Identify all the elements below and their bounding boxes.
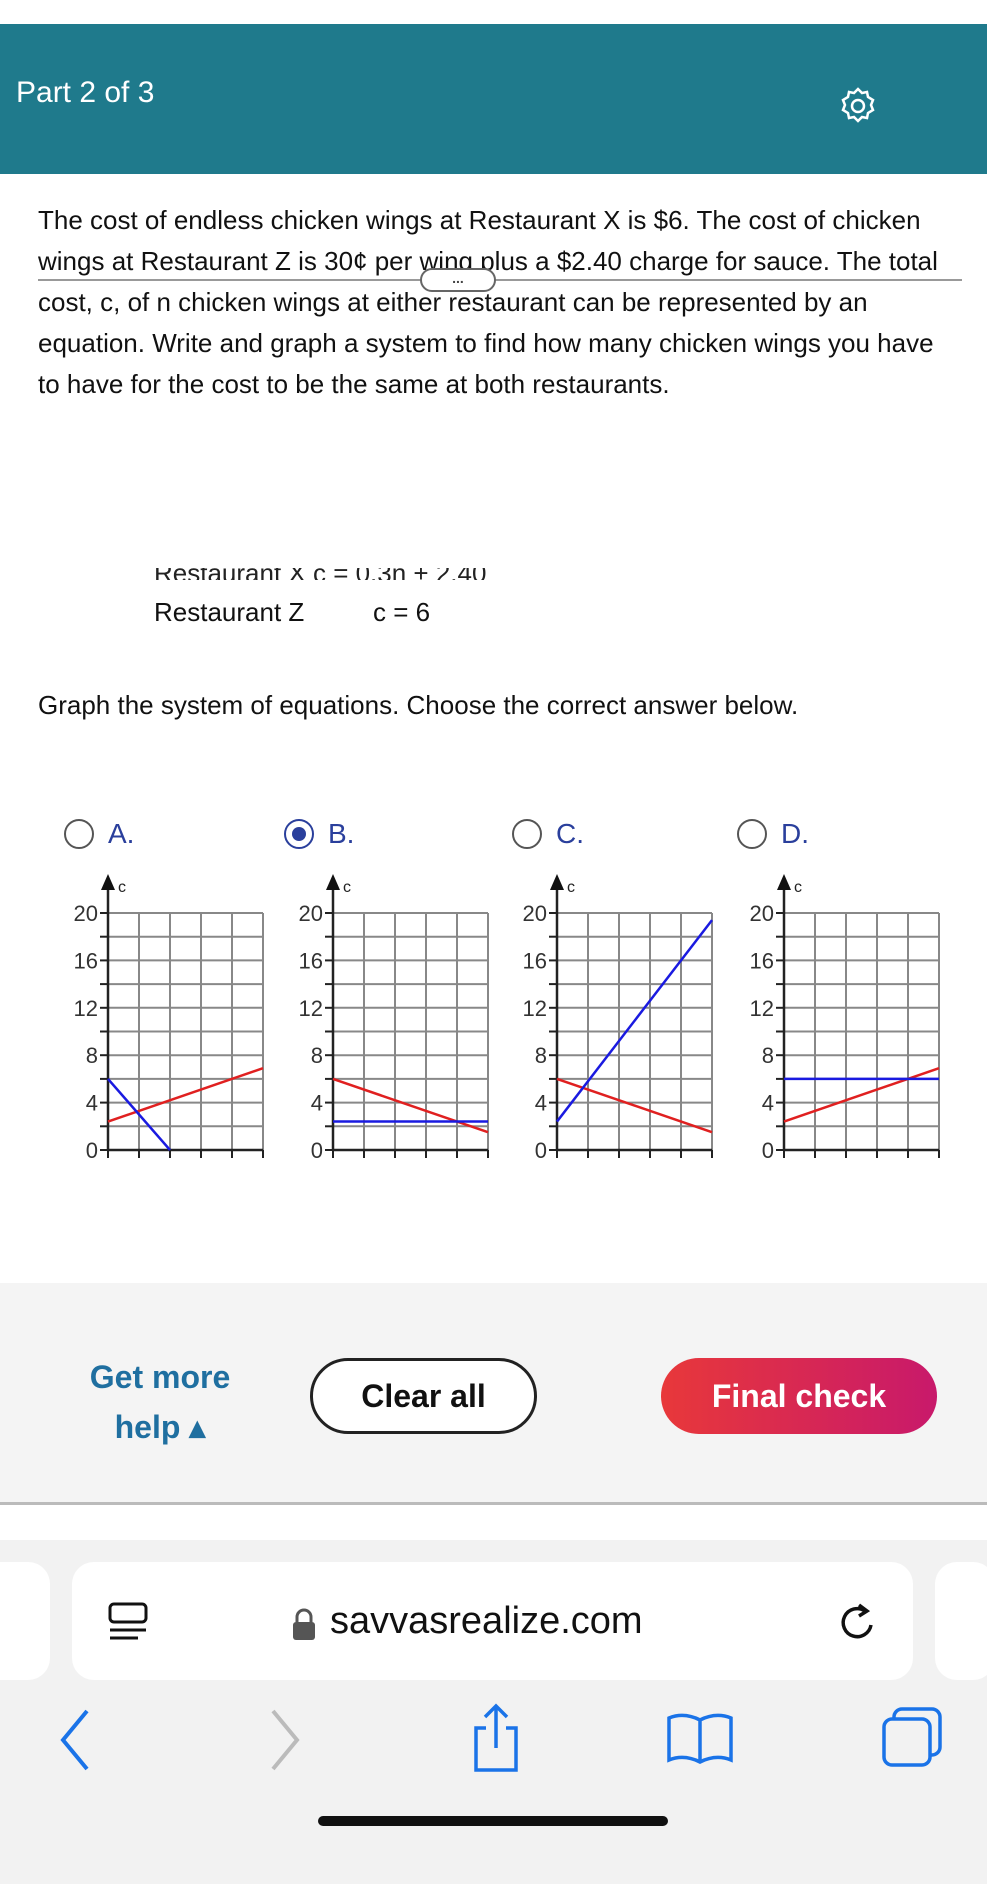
option-a-label: A. bbox=[108, 818, 135, 849]
forward-icon[interactable] bbox=[265, 1705, 305, 1775]
header: Part 2 of 3 bbox=[0, 24, 987, 174]
option-d[interactable]: D. bbox=[737, 818, 809, 850]
y-tick-label: 12 bbox=[74, 996, 98, 1021]
graph-c: c0481216200612 bbox=[523, 874, 713, 1160]
option-c[interactable]: C. bbox=[512, 818, 584, 850]
question-text: The cost of endless chicken wings at Res… bbox=[38, 205, 938, 399]
series-line bbox=[783, 1067, 940, 1123]
y-tick-label: 4 bbox=[86, 1091, 98, 1116]
y-tick-label: 16 bbox=[750, 948, 774, 973]
series-line bbox=[556, 919, 713, 1123]
get-more-help-button[interactable]: Get more help ▴ bbox=[70, 1352, 250, 1452]
radio-a[interactable] bbox=[64, 819, 94, 849]
graph-a: c0481216200612 bbox=[74, 874, 264, 1160]
y-tick-label: 8 bbox=[762, 1043, 774, 1068]
y-axis-arrow bbox=[101, 874, 115, 890]
cutoff-equation-row: Restaurant X c = 0.3n + 2.40 bbox=[154, 568, 594, 580]
expand-button[interactable]: ... bbox=[420, 268, 496, 292]
radio-b[interactable] bbox=[284, 819, 314, 849]
back-icon[interactable] bbox=[55, 1705, 95, 1775]
y-tick-label: 4 bbox=[535, 1091, 547, 1116]
y-tick-label: 16 bbox=[523, 948, 547, 973]
y-tick-label: 20 bbox=[750, 901, 774, 926]
y-tick-label: 4 bbox=[311, 1091, 323, 1116]
gear-icon[interactable] bbox=[838, 86, 878, 126]
y-tick-label: 8 bbox=[86, 1043, 98, 1068]
series-line bbox=[556, 1077, 713, 1134]
radio-d[interactable] bbox=[737, 819, 767, 849]
graph-d: c0481216200612 bbox=[750, 874, 940, 1160]
graph-b: c0481216200612 bbox=[299, 874, 489, 1160]
prev-tab-preview[interactable] bbox=[0, 1562, 50, 1680]
y-tick-label: 12 bbox=[750, 996, 774, 1021]
y-tick-label: 20 bbox=[523, 901, 547, 926]
option-a[interactable]: A. bbox=[64, 818, 134, 850]
separator bbox=[0, 1502, 987, 1505]
url-text[interactable]: savvasrealize.com bbox=[330, 1600, 643, 1643]
status-bar bbox=[0, 0, 987, 24]
reader-icon[interactable] bbox=[100, 1600, 160, 1644]
y-tick-label: 20 bbox=[74, 901, 98, 926]
y-tick-label: 0 bbox=[762, 1138, 774, 1160]
y-tick-label: 0 bbox=[535, 1138, 547, 1160]
restaurant-z-label: Restaurant Z bbox=[154, 597, 305, 627]
y-tick-label: 0 bbox=[86, 1138, 98, 1160]
y-axis-label: c bbox=[343, 879, 351, 896]
y-tick-label: 16 bbox=[74, 948, 98, 973]
next-tab-preview[interactable] bbox=[935, 1562, 987, 1680]
y-axis-arrow bbox=[550, 874, 564, 890]
y-tick-label: 4 bbox=[762, 1091, 774, 1116]
y-axis-label: c bbox=[794, 879, 802, 896]
y-axis-label: c bbox=[567, 879, 575, 896]
part-title: Part 2 of 3 bbox=[16, 76, 155, 109]
bookmarks-icon[interactable] bbox=[665, 1710, 735, 1766]
y-tick-label: 8 bbox=[311, 1043, 323, 1068]
option-c-label: C. bbox=[556, 818, 584, 849]
y-axis-label: c bbox=[118, 879, 126, 896]
restaurant-z-equation: c = 6 bbox=[373, 597, 431, 627]
y-axis-arrow bbox=[326, 874, 340, 890]
radio-c[interactable] bbox=[512, 819, 542, 849]
clear-all-button[interactable]: Clear all bbox=[310, 1358, 537, 1434]
share-icon[interactable] bbox=[468, 1700, 524, 1776]
y-tick-label: 12 bbox=[299, 996, 323, 1021]
series-line bbox=[107, 1067, 264, 1123]
series-line bbox=[332, 1077, 489, 1134]
home-indicator bbox=[318, 1816, 668, 1826]
reload-icon[interactable] bbox=[835, 1600, 881, 1646]
option-b-label: B. bbox=[328, 818, 355, 849]
y-tick-label: 0 bbox=[311, 1138, 323, 1160]
y-tick-label: 16 bbox=[299, 948, 323, 973]
graph-prompt: Graph the system of equations. Choose th… bbox=[38, 690, 799, 720]
y-tick-label: 12 bbox=[523, 996, 547, 1021]
option-b[interactable]: B. bbox=[284, 818, 354, 850]
option-d-label: D. bbox=[781, 818, 809, 849]
y-axis-arrow bbox=[777, 874, 791, 890]
final-check-button[interactable]: Final check bbox=[661, 1358, 937, 1434]
y-tick-label: 8 bbox=[535, 1043, 547, 1068]
divider bbox=[38, 279, 962, 281]
y-tick-label: 20 bbox=[299, 901, 323, 926]
tabs-icon[interactable] bbox=[880, 1705, 944, 1769]
lock-icon bbox=[293, 1608, 315, 1640]
